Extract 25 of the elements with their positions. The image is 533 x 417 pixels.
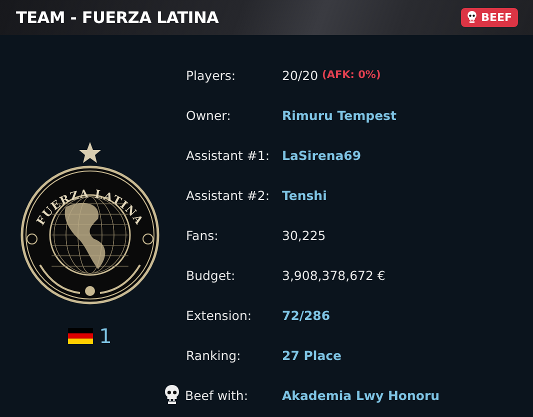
- skull-icon: [164, 385, 180, 405]
- field-value: 3,908,378,672 €: [282, 268, 386, 282]
- field-label: Beef with:: [185, 388, 248, 402]
- field-label: Owner:: [186, 108, 231, 122]
- page-title: TEAM - FUERZA LATINA: [16, 8, 219, 27]
- field-label: Assistant #1:: [186, 148, 270, 162]
- field-label: Players:: [186, 68, 236, 82]
- field-label: Fans:: [186, 228, 218, 242]
- value-link[interactable]: Tenshi: [282, 188, 327, 202]
- beef-badge[interactable]: BEEF: [461, 8, 518, 27]
- afk-note: (AFK: 0%): [322, 69, 381, 81]
- value-link[interactable]: 72/286: [282, 308, 330, 322]
- value-link[interactable]: 27 Place: [282, 348, 342, 362]
- skull-icon: [467, 11, 478, 24]
- field-value: 20/20: [282, 68, 318, 82]
- field-label: Extension:: [186, 308, 252, 322]
- field-label: Budget:: [186, 268, 236, 282]
- field-value: 30,225: [282, 228, 326, 242]
- team-rank: 1: [99, 324, 112, 348]
- field-label: Assistant #2:: [186, 188, 270, 202]
- value-link[interactable]: Akademia Lwy Honoru: [282, 388, 440, 402]
- value-link[interactable]: LaSirena69: [282, 148, 362, 162]
- field-label: Ranking:: [186, 348, 241, 362]
- value-link[interactable]: Rimuru Tempest: [282, 108, 396, 122]
- flag-icon: [68, 328, 94, 344]
